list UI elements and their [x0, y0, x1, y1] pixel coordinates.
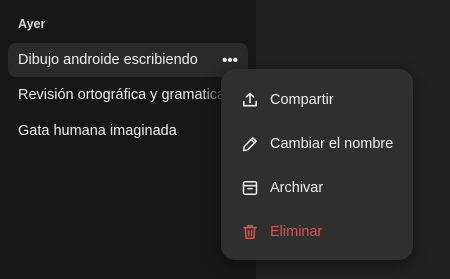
share-icon — [241, 91, 259, 109]
menu-item-delete[interactable]: Eliminar — [221, 210, 413, 254]
menu-item-label: Eliminar — [270, 224, 323, 240]
menu-item-label: Archivar — [270, 180, 324, 196]
chat-item[interactable]: Revisión ortográfica y gramatical — [8, 78, 248, 112]
archive-icon — [241, 179, 259, 197]
chat-item-label: Dibujo androide escribiendo — [18, 52, 198, 68]
menu-item-label: Compartir — [270, 92, 334, 108]
app-window: Ayer Dibujo androide escribiendo ••• Rev… — [0, 0, 450, 279]
more-options-button[interactable]: ••• — [220, 51, 240, 69]
chat-item-label: Revisión ortográfica y gramatical — [18, 87, 229, 103]
pencil-icon — [241, 135, 259, 153]
menu-item-share[interactable]: Compartir — [221, 78, 413, 122]
sidebar: Ayer Dibujo androide escribiendo ••• Rev… — [0, 0, 256, 279]
trash-icon — [241, 223, 259, 241]
menu-item-label: Cambiar el nombre — [270, 136, 394, 152]
menu-item-archive[interactable]: Archivar — [221, 166, 413, 210]
section-title: Ayer — [18, 17, 46, 31]
chat-item[interactable]: Gata humana imaginada — [8, 114, 248, 148]
menu-item-rename[interactable]: Cambiar el nombre — [221, 122, 413, 166]
chat-item-label: Gata humana imaginada — [18, 123, 177, 139]
context-menu: Compartir Cambiar el nombre Archivar Eli… — [221, 69, 413, 260]
chat-item-active[interactable]: Dibujo androide escribiendo ••• — [8, 43, 248, 77]
